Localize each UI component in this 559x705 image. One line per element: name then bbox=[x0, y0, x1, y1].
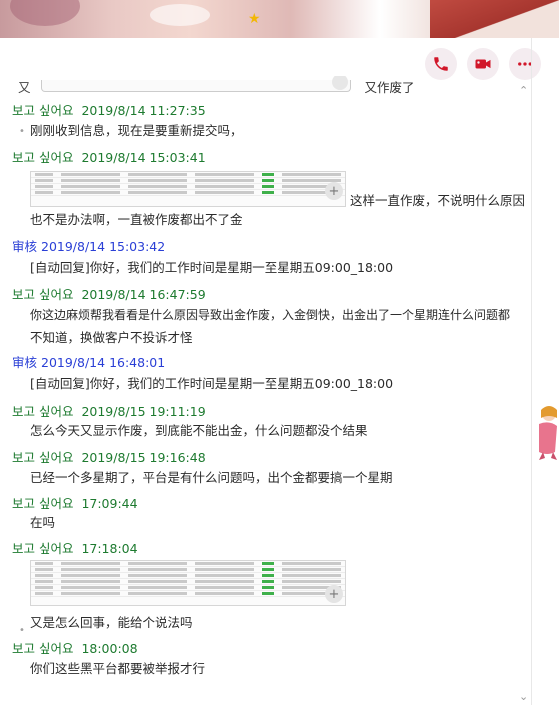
sender-name: 审核 bbox=[12, 355, 38, 370]
sender-name: 보고 싶어요 bbox=[12, 103, 74, 118]
sender-name: 보고 싶어요 bbox=[12, 404, 74, 419]
message-time: 2019/8/15 19:16:48 bbox=[81, 450, 206, 465]
message-time: 18:00:08 bbox=[81, 641, 138, 656]
sender-name: 보고 싶어요 bbox=[12, 496, 74, 511]
clipped-message: 又 又作废了 bbox=[18, 76, 518, 96]
message-sender-time: 审核 2019/8/14 16:48:01 bbox=[12, 352, 165, 371]
sender-name: 보고 싶어요 bbox=[12, 450, 74, 465]
video-camera-icon bbox=[475, 59, 491, 69]
message-text: 又作废了 bbox=[364, 79, 415, 95]
phone-icon bbox=[434, 57, 448, 71]
message-text: 也不是办法啊，一直被作废都出不了金 bbox=[30, 212, 243, 227]
message-sender-time: 보고 싶어요 2019/8/14 11:27:35 bbox=[12, 100, 206, 119]
banner-decoration bbox=[150, 4, 210, 26]
message-sender-time: 보고 싶어요 17:18:04 bbox=[12, 538, 138, 557]
floating-avatar-icon[interactable] bbox=[533, 404, 559, 460]
message-text: 又 bbox=[18, 79, 31, 95]
message-time: 2019/8/14 11:27:35 bbox=[81, 103, 206, 118]
message-text: 又是怎么回事，能给个说法吗 bbox=[30, 615, 193, 630]
message-time: 2019/8/14 15:03:42 bbox=[41, 239, 166, 254]
star-icon: ★ bbox=[248, 11, 261, 27]
message-sender-time: 보고 싶어요 2019/8/14 15:03:41 bbox=[12, 147, 206, 166]
message-sender-time: 보고 싶어요 2019/8/15 19:16:48 bbox=[12, 447, 206, 466]
message-text: [自动回复]你好，我们的工作时间是星期一至星期五09:00_18:00 bbox=[30, 376, 394, 391]
message-time: 17:09:44 bbox=[81, 496, 138, 511]
message-text: 你们这些黑平台都要被举报才行 bbox=[30, 661, 206, 676]
message-sender-time: 보고 싶어요 2019/8/15 19:11:19 bbox=[12, 401, 206, 420]
banner-decoration bbox=[10, 0, 80, 26]
zoom-icon[interactable]: + bbox=[325, 585, 343, 603]
message-screenshot-image[interactable]: + bbox=[30, 560, 346, 606]
message-text: 刚刚收到信息，现在是要重新提交吗， bbox=[30, 123, 243, 138]
message-time: 2019/8/15 19:11:19 bbox=[81, 404, 206, 419]
message-time: 17:18:04 bbox=[81, 541, 138, 556]
sender-name: 보고 싶어요 bbox=[12, 641, 74, 656]
chat-header-banner: ★ bbox=[0, 0, 559, 38]
banner-decoration bbox=[430, 0, 559, 38]
message-sender-time: 보고 싶어요 17:09:44 bbox=[12, 493, 138, 512]
message-text: 你这边麻烦帮我看看是什么原因导致出金作废，入金倒快，出金出了一个星期连什么问题都 bbox=[30, 308, 511, 322]
message-time: 2019/8/14 16:47:59 bbox=[81, 287, 206, 302]
message-text: [自动回复]你好，我们的工作时间是星期一至星期五09:00_18:00 bbox=[30, 260, 394, 275]
zoom-icon[interactable]: + bbox=[325, 182, 343, 200]
chat-history[interactable]: 又 又作废了 보고 싶어요 2019/8/14 11:27:35 • 刚刚收到信… bbox=[0, 76, 540, 705]
message-text: 在吗 bbox=[30, 515, 56, 530]
sender-name: 보고 싶어요 bbox=[12, 287, 74, 302]
message-text: 这样一直作废，不说明什么原因 bbox=[350, 193, 526, 208]
message-text: 不知道，换做客户不投诉才怪 bbox=[30, 330, 193, 345]
message-text: 怎么今天又显示作废，到底能不能出金，什么问题都没个结果 bbox=[30, 423, 368, 438]
zoom-icon[interactable] bbox=[331, 76, 348, 90]
message-time: 2019/8/14 16:48:01 bbox=[41, 355, 166, 370]
message-sender-time: 보고 싶어요 2019/8/14 16:47:59 bbox=[12, 284, 206, 303]
bullet-icon: • bbox=[19, 625, 25, 636]
sender-name: 보고 싶어요 bbox=[12, 541, 74, 556]
message-image[interactable] bbox=[40, 76, 351, 92]
bullet-icon: • bbox=[19, 126, 25, 137]
message-sender-time: 审核 2019/8/14 15:03:42 bbox=[12, 236, 165, 255]
message-text: 已经一个多星期了，平台是有什么问题吗，出个金都要搞一个星期 bbox=[30, 470, 393, 485]
message-screenshot-image[interactable]: + bbox=[30, 171, 346, 207]
message-sender-time: 보고 싶어요 18:00:08 bbox=[12, 638, 138, 657]
sender-name: 보고 싶어요 bbox=[12, 150, 74, 165]
message-time: 2019/8/14 15:03:41 bbox=[81, 150, 206, 165]
sender-name: 审核 bbox=[12, 239, 38, 254]
